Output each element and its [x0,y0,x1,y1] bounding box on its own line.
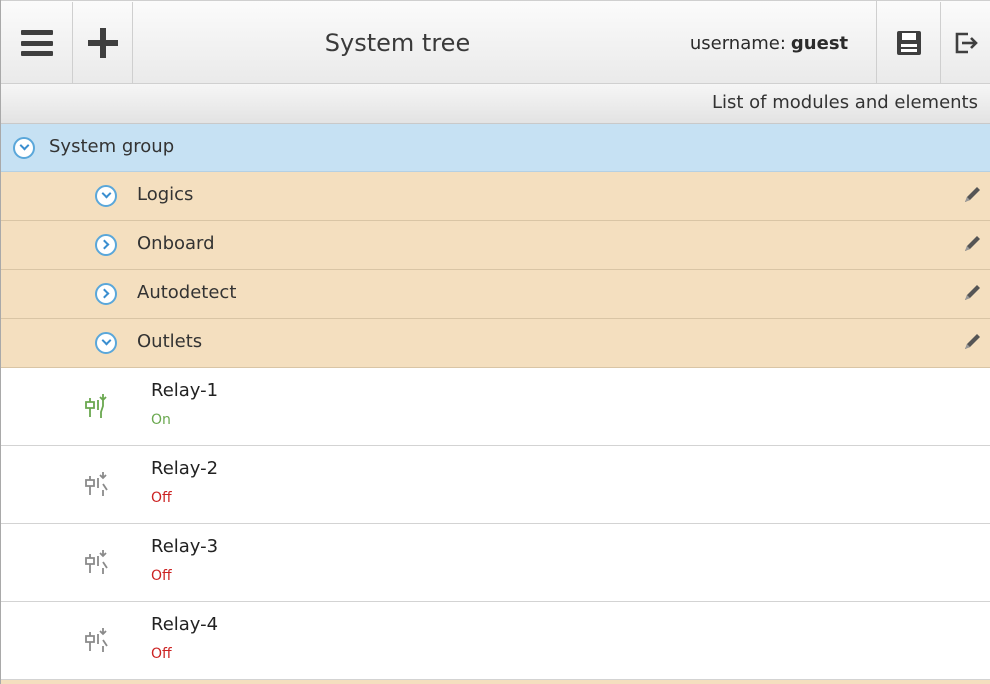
subheader-text: List of modules and elements [711,92,978,113]
expand-chevron-right-icon[interactable] [95,283,117,305]
folder-label: Logics [137,184,194,205]
relay-off-icon [85,628,108,652]
top-toolbar: System tree username: guest [1,0,990,85]
expand-chevron-down-icon[interactable] [95,332,117,354]
element-name: Relay-1 [151,380,219,401]
menu-button[interactable] [1,2,73,84]
relay-off-icon [85,550,108,574]
tree-folder-logics[interactable]: Logics [1,172,990,221]
element-row-relay-3[interactable]: Relay-3 Off [1,524,990,602]
element-state: Off [151,490,172,506]
element-state: Off [151,646,172,662]
plus-icon [87,28,118,58]
element-row-relay-4[interactable]: Relay-4 Off [1,602,990,680]
element-name: Relay-2 [151,458,219,479]
username-value: guest [790,32,849,54]
element-name: Relay-4 [151,614,219,635]
edit-pencil-icon[interactable] [961,233,983,255]
group-label: System group [49,136,175,157]
app-window: System tree username: guest List of modul… [0,0,990,684]
floppy-disk-icon [896,31,921,55]
edit-pencil-icon[interactable] [961,282,983,304]
username-display: username: guest [662,1,877,85]
tree-folder-outlets[interactable]: Outlets [1,319,990,368]
subheader: List of modules and elements [1,84,990,124]
add-button[interactable] [73,2,133,84]
element-row-relay-1[interactable]: Relay-1 On [1,368,990,446]
element-name: Relay-3 [151,536,219,557]
element-row-relay-2[interactable]: Relay-2 Off [1,446,990,524]
relay-on-icon [85,394,107,418]
hamburger-menu-icon [20,30,53,56]
edit-pencil-icon[interactable] [961,331,983,353]
element-state: On [151,412,171,428]
save-button[interactable] [877,2,941,84]
expand-chevron-right-icon[interactable] [95,234,117,256]
folder-label: Outlets [137,331,203,352]
logout-button[interactable] [941,2,990,84]
username-label: username: [689,32,786,54]
page-title: System tree [324,29,471,57]
relay-off-icon [85,472,108,496]
folder-label: Autodetect [137,282,237,303]
edit-pencil-icon[interactable] [961,184,983,206]
expand-chevron-down-icon[interactable] [95,185,117,207]
folder-label: Onboard [137,233,215,254]
expand-chevron-down-icon[interactable] [13,137,35,159]
next-folder-row-edge [1,680,990,684]
tree-folder-onboard[interactable]: Onboard [1,221,990,270]
tree-group-system[interactable]: System group [1,124,990,172]
element-state: Off [151,568,172,584]
logout-icon [955,32,978,54]
tree-folder-autodetect[interactable]: Autodetect [1,270,990,319]
